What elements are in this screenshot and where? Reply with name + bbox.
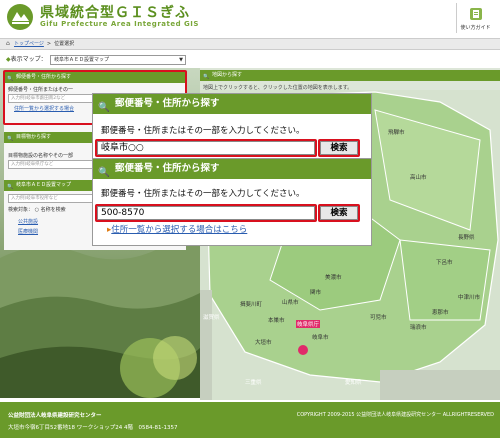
- breadcrumb-home-link[interactable]: トップページ: [14, 41, 44, 47]
- address-list-link[interactable]: ▸住所一覧から選択する場合はこちら: [107, 223, 247, 235]
- map-label: 大垣市: [255, 340, 272, 346]
- facility-panel-hint: 目標物施設の名称やその一部: [8, 153, 74, 159]
- facility-panel-input[interactable]: 入力例)岐阜県庁など: [8, 160, 103, 169]
- map-label: 下呂市: [436, 260, 453, 266]
- map-label-prefecture-office: 岐阜県庁: [296, 320, 321, 328]
- aed-category-medical[interactable]: 医療機関: [18, 228, 38, 235]
- map-select-value: 岐阜市ＡＥＤ設置マップ: [54, 57, 110, 63]
- map-label: 本巣市: [268, 318, 285, 324]
- radio-button[interactable]: ○: [35, 207, 39, 213]
- site-footer: 公益財団法人岐阜県建設研究センター 大垣市今宿6丁目52番地18 ワークショップ…: [0, 402, 500, 438]
- map-label: 山県市: [282, 300, 299, 306]
- popup-hint: 郵便番号・住所またはその一部を入力してください。: [101, 126, 305, 136]
- help-label: 使い方ガイド: [460, 25, 491, 31]
- map-label: 高山市: [410, 175, 427, 181]
- map-label: 瑞浪市: [410, 325, 427, 331]
- popup-hint: 郵便番号・住所またはその一部を入力してください。: [101, 189, 305, 199]
- map-select-dropdown[interactable]: 岐阜市ＡＥＤ設置マップ ▼: [50, 55, 186, 65]
- radio-label: 名称を検索: [40, 207, 66, 213]
- map-select-label: ◆表示マップ：: [6, 56, 47, 63]
- facility-panel-header: 🔍 目標物から探す: [4, 132, 100, 143]
- site-header: 県域統合型ＧＩＳぎふ Gifu Prefecture Area Integrat…: [0, 0, 500, 36]
- chevron-down-icon: ▼: [179, 57, 183, 63]
- popup-header: 🔍 郵便番号・住所から探す: [93, 159, 371, 179]
- map-label: 愛知県: [345, 380, 362, 386]
- footer-copyright: COPYRIGHT 2009-2015 公益財団法人岐阜県建設研究センター AL…: [296, 412, 494, 418]
- map-label: 恵那市: [432, 310, 449, 316]
- site-subtitle: Gifu Prefecture Area Integrated GIS: [40, 20, 199, 28]
- map-label: 関市: [310, 290, 322, 296]
- map-label: 滋賀県: [203, 315, 220, 321]
- search-icon: 🔍: [98, 102, 110, 113]
- highlight-frame: [318, 204, 360, 222]
- breadcrumb-current: 位置選択: [54, 41, 75, 47]
- aed-panel-input[interactable]: 入力例)岐阜市役所など: [8, 194, 103, 203]
- footer-address: 大垣市今宿6丁目52番地18 ワークショップ24 4階 0584-81-1357: [8, 425, 178, 431]
- breadcrumb-separator: >: [46, 41, 52, 47]
- aed-category-public[interactable]: 公共施設: [18, 218, 38, 225]
- map-panel-header: 🔍 地図から探す: [200, 70, 500, 81]
- search-icon: 🔍: [7, 184, 14, 190]
- search-icon: 🔍: [203, 74, 210, 80]
- search-icon: 🔍: [98, 167, 110, 178]
- help-guide-button[interactable]: 使い方ガイド: [456, 3, 494, 33]
- map-label: 中津川市: [458, 295, 481, 301]
- site-title: 県域統合型ＧＩＳぎふ: [40, 5, 190, 21]
- postal-search-popup-2: 🔍 郵便番号・住所から探す 郵便番号・住所またはその一部を入力してください。 ▸住…: [92, 158, 372, 246]
- map-label: 三重県: [245, 380, 262, 386]
- map-label: 長野県: [458, 235, 475, 241]
- highlight-frame: [95, 139, 317, 157]
- map-label: 岐阜市: [312, 335, 329, 341]
- footer-org: 公益財団法人岐阜県建設研究センター: [8, 413, 102, 419]
- breadcrumb: ⌂ トップページ > 位置選択: [0, 38, 500, 50]
- aichi-area: [380, 370, 500, 400]
- home-icon: ⌂: [6, 40, 10, 47]
- gifu-logo-icon[interactable]: [6, 3, 34, 31]
- highlight-frame: [95, 204, 317, 222]
- map-label: 美濃市: [325, 275, 342, 281]
- highlight-frame: [318, 139, 360, 157]
- shiga-area: [200, 290, 212, 400]
- aed-panel-header: 🔍 岐阜市ＡＥＤ設置マップ: [4, 180, 100, 191]
- guide-book-icon: [470, 8, 482, 20]
- popup-header: 🔍 郵便番号・住所から探す: [93, 94, 371, 114]
- search-icon: 🔍: [7, 136, 14, 142]
- aed-search-target: 検索対象： ○ 名称を検索: [8, 207, 66, 213]
- map-label: 飛騨市: [388, 130, 405, 136]
- map-label: 可児市: [370, 315, 387, 321]
- map-label: 揖斐川町: [240, 302, 263, 308]
